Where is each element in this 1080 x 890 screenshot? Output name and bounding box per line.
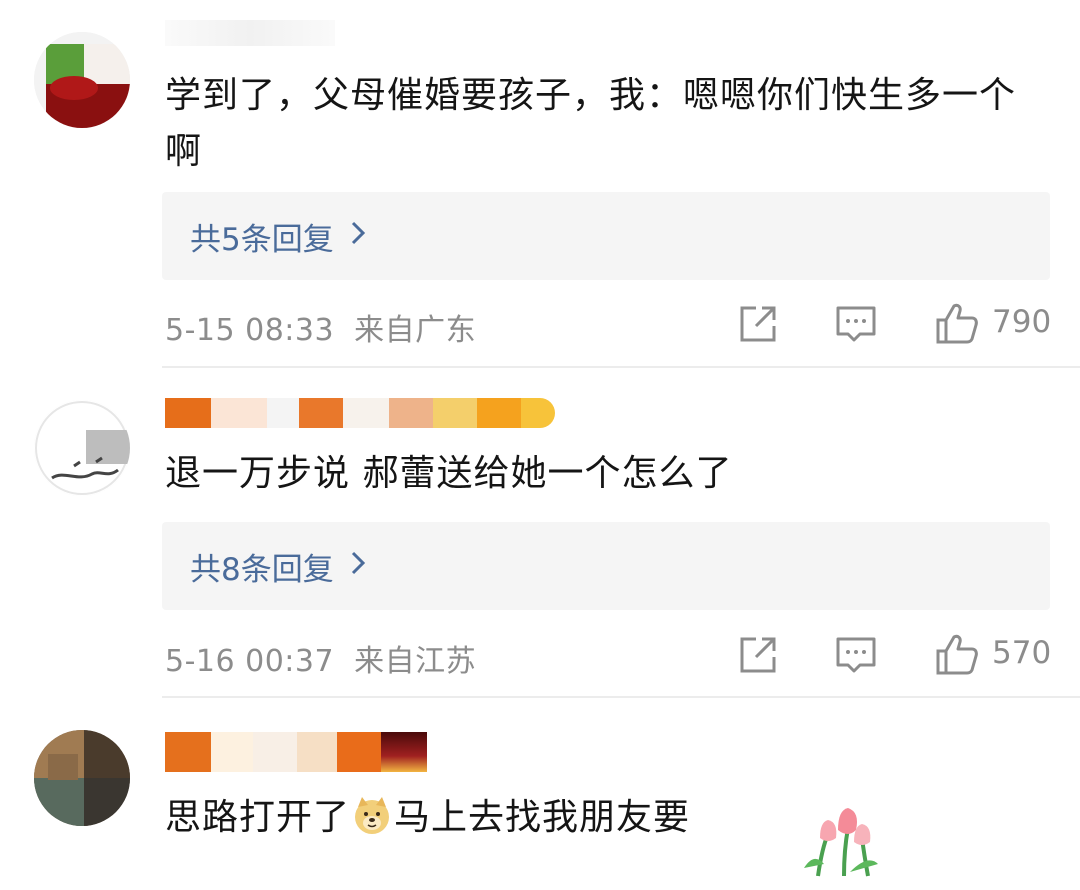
tulip-sticker-icon — [804, 808, 878, 877]
comment-time: 5-15 08:33 — [165, 313, 335, 348]
comment-icon[interactable] — [834, 302, 878, 346]
like-count: 570 — [992, 635, 1052, 671]
avatar[interactable] — [34, 400, 130, 496]
avatar[interactable] — [34, 730, 130, 826]
comment-feed: 学到了，父母催婚要孩子，我：嗯嗯你们快生多一个啊 共5条回复 5-15 08:3… — [0, 0, 1080, 890]
comment-text-start: 思路打开了 — [165, 797, 351, 838]
chevron-right-icon — [350, 219, 366, 254]
chevron-right-icon — [350, 549, 366, 584]
doge-emoji-icon — [355, 797, 390, 834]
view-replies-button[interactable]: 共8条回复 — [162, 522, 1050, 610]
comment-item: 退一万步说 郝蕾送给她一个怎么了 共8条回复 5-16 00:37 来自江苏 5… — [0, 368, 1080, 698]
thumbs-up-icon[interactable] — [934, 631, 980, 677]
comment-time: 5-16 00:37 — [165, 644, 335, 679]
replies-label: 共5条回复 — [190, 221, 334, 258]
like-count: 790 — [992, 304, 1052, 340]
thumbs-up-icon[interactable] — [934, 300, 980, 346]
username-redacted[interactable] — [165, 18, 335, 48]
comment-text: 思路打开了 马上去找我朋友要 — [165, 790, 1030, 846]
comment-meta: 5-15 08:33 来自广东 — [165, 305, 476, 349]
replies-label: 共8条回复 — [190, 551, 334, 588]
comment-meta: 5-16 00:37 来自江苏 — [165, 636, 476, 680]
comment-item: 思路打开了 马上去找我朋友要 — [0, 698, 1080, 890]
comment-location: 来自江苏 — [354, 644, 477, 679]
comment-text: 学到了，父母催婚要孩子，我：嗯嗯你们快生多一个啊 — [165, 75, 1017, 172]
username-redacted[interactable] — [165, 398, 555, 428]
avatar[interactable] — [34, 32, 130, 128]
comment-text-end: 马上去找我朋友要 — [394, 797, 691, 838]
comment-item: 学到了，父母催婚要孩子，我：嗯嗯你们快生多一个啊 共5条回复 5-15 08:3… — [0, 0, 1080, 368]
comment-location: 来自广东 — [354, 313, 477, 348]
share-icon[interactable] — [736, 633, 780, 677]
share-icon[interactable] — [736, 302, 780, 346]
comment-text: 退一万步说 郝蕾送给她一个怎么了 — [165, 453, 733, 494]
view-replies-button[interactable]: 共5条回复 — [162, 192, 1050, 280]
username-redacted[interactable] — [165, 732, 427, 772]
comment-icon[interactable] — [834, 633, 878, 677]
